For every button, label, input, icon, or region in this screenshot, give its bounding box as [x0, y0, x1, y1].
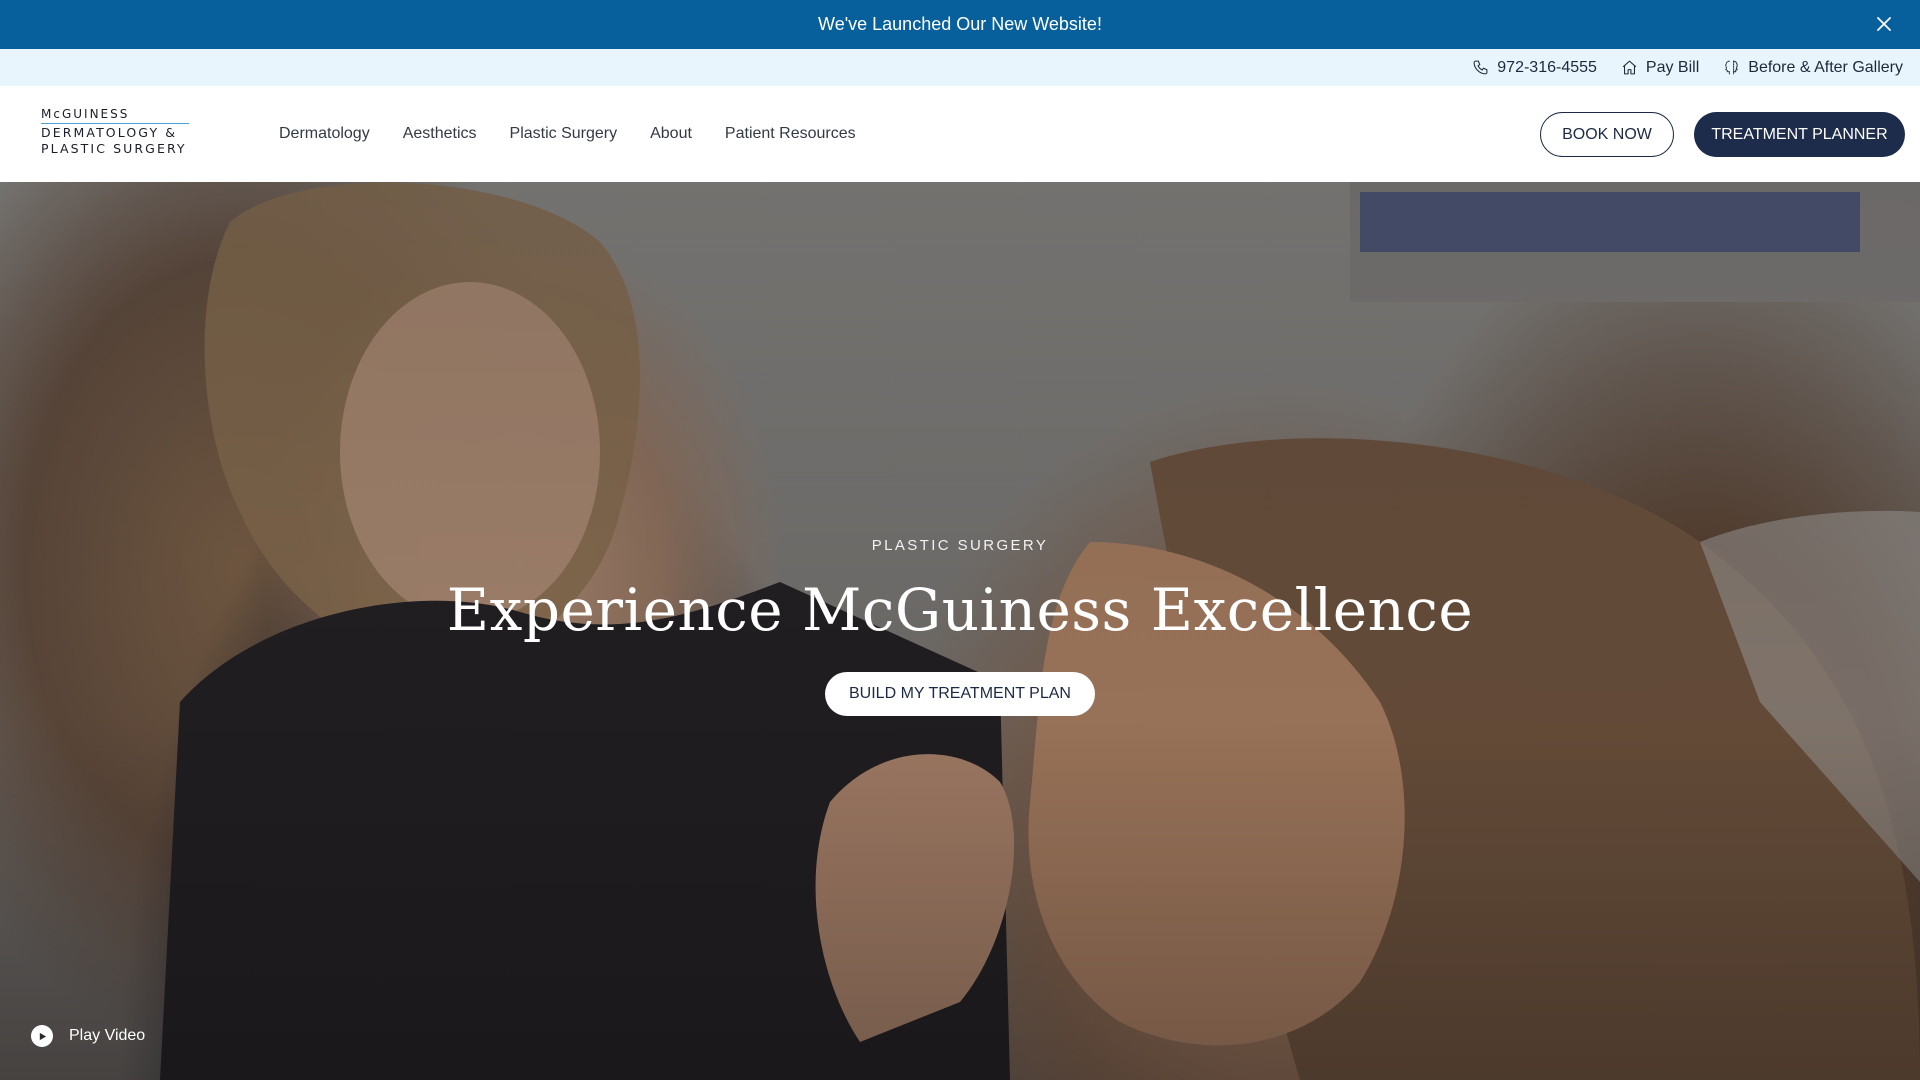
book-now-button[interactable]: BOOK NOW: [1540, 112, 1674, 157]
nav-aesthetics[interactable]: Aesthetics: [403, 125, 477, 143]
nav-plastic-surgery[interactable]: Plastic Surgery: [510, 125, 618, 143]
utility-bar: 972-316-4555 Pay Bill Before & After Gal…: [0, 49, 1920, 86]
play-video-label: Play Video: [69, 1027, 146, 1044]
treatment-planner-button[interactable]: TREATMENT PLANNER: [1694, 112, 1905, 157]
pay-bill-label: Pay Bill: [1645, 58, 1700, 76]
announcement-text: We've Launched Our New Website!: [818, 14, 1102, 34]
phone-number: 972-316-4555: [1497, 58, 1597, 76]
home-icon: [1622, 60, 1637, 75]
hero-section: PLASTIC SURGERY Experience McGuiness Exc…: [0, 182, 1920, 1080]
phone-link[interactable]: 972-316-4555: [1472, 59, 1597, 77]
nav-patient-resources[interactable]: Patient Resources: [725, 125, 856, 143]
hero-eyebrow: PLASTIC SURGERY: [871, 537, 1049, 554]
hero-title: Experience McGuiness Excellence: [446, 576, 1474, 644]
gallery-link[interactable]: Before & After Gallery: [1723, 59, 1903, 77]
pay-bill-link[interactable]: Pay Bill: [1621, 59, 1699, 77]
close-icon[interactable]: [1874, 14, 1894, 34]
logo-line-3: PLASTIC SURGERY: [41, 140, 187, 156]
announcement-bar: We've Launched Our New Website!: [0, 0, 1920, 49]
build-treatment-plan-button[interactable]: BUILD MY TREATMENT PLAN: [825, 672, 1095, 716]
play-video-button[interactable]: Play Video: [31, 1025, 145, 1047]
gallery-label: Before & After Gallery: [1748, 58, 1903, 76]
site-logo[interactable]: McGUINESS DERMATOLOGY & PLASTIC SURGERY: [41, 108, 191, 155]
main-nav: Dermatology Aesthetics Plastic Surgery A…: [279, 86, 856, 182]
face-profile-icon: [1725, 60, 1739, 75]
nav-about[interactable]: About: [650, 125, 692, 143]
site-header: McGUINESS DERMATOLOGY & PLASTIC SURGERY …: [0, 86, 1920, 182]
logo-line-1: McGUINESS: [41, 108, 189, 124]
hero-content: PLASTIC SURGERY Experience McGuiness Exc…: [0, 537, 1920, 716]
play-icon: [31, 1025, 53, 1047]
nav-dermatology[interactable]: Dermatology: [279, 125, 370, 143]
phone-icon: [1473, 60, 1488, 75]
logo-line-2: DERMATOLOGY &: [41, 125, 178, 140]
